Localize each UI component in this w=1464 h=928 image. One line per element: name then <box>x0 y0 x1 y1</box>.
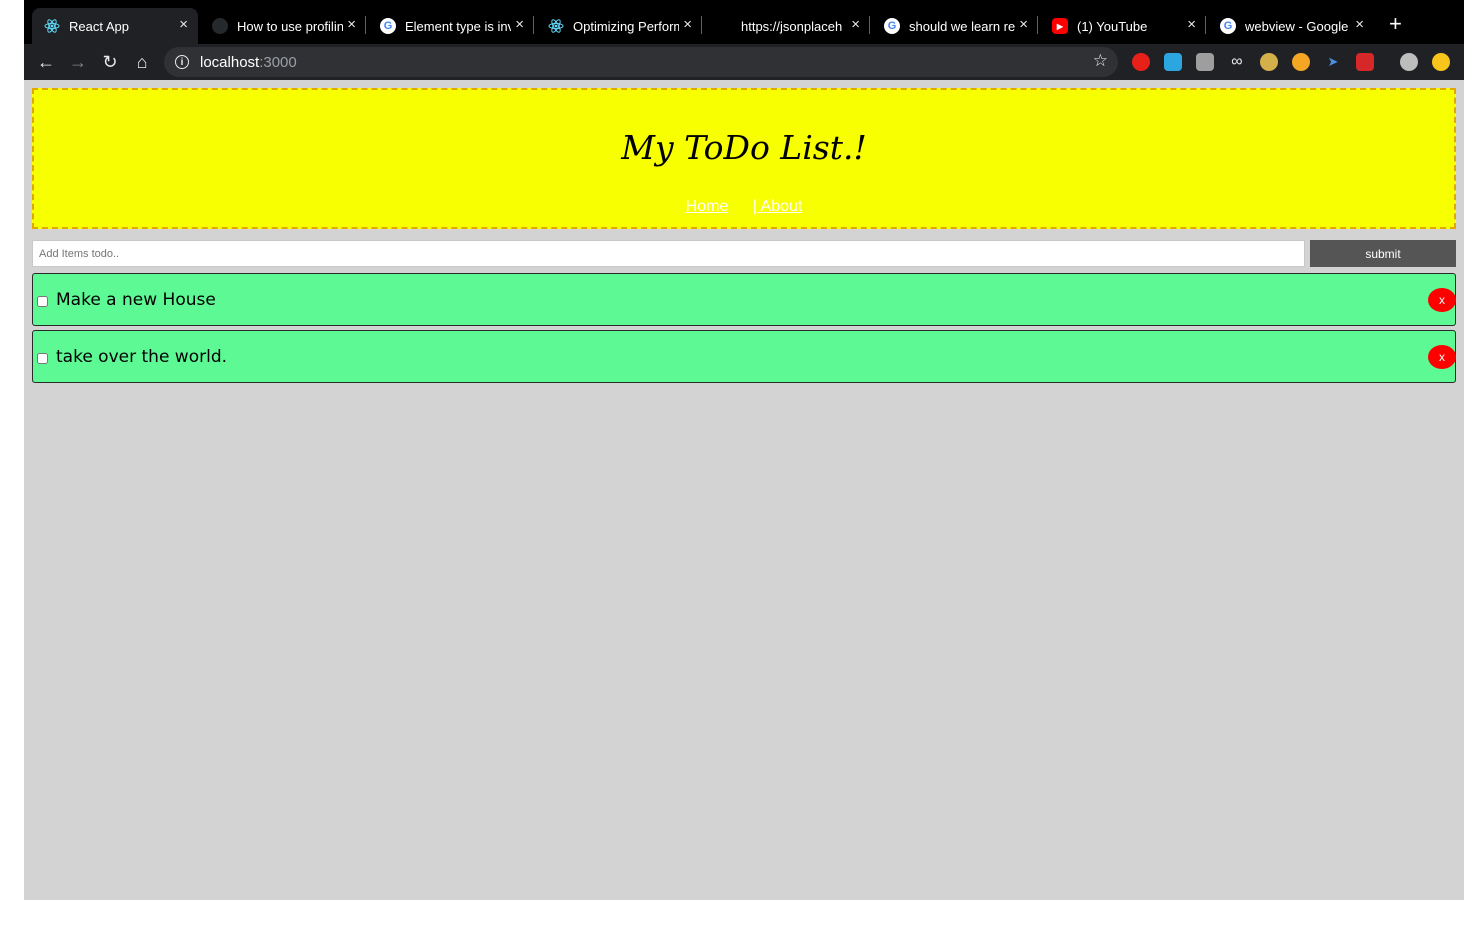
reload-icon[interactable]: ↻ <box>98 50 122 74</box>
browser-toolbar: ← → ↻ ⌂ i localhost:3000 ☆ ∞ ➤ <box>24 44 1464 80</box>
blank-icon <box>716 18 732 34</box>
close-tab-icon[interactable]: × <box>1019 17 1028 33</box>
delete-todo-button[interactable]: x <box>1428 345 1456 369</box>
tab-google-element-type[interactable]: G Element type is inv × <box>368 8 534 44</box>
tab-title: Optimizing Perform <box>573 18 679 34</box>
extension-bulb-icon[interactable] <box>1260 53 1278 71</box>
close-tab-icon[interactable]: × <box>347 17 356 33</box>
forward-icon[interactable]: → <box>66 50 90 74</box>
close-tab-icon[interactable]: × <box>1187 17 1196 33</box>
close-tab-icon[interactable]: × <box>515 17 524 33</box>
home-icon[interactable]: ⌂ <box>130 50 154 74</box>
react-icon <box>548 18 564 34</box>
tab-react-app[interactable]: React App × <box>32 8 198 44</box>
youtube-icon: ▶ <box>1052 18 1068 34</box>
nav-about-link[interactable]: | About <box>753 198 803 215</box>
todo-text: Make a new House <box>56 290 216 310</box>
tab-youtube[interactable]: ▶ (1) YouTube × <box>1040 8 1206 44</box>
nav-home-link[interactable]: Home <box>686 198 729 215</box>
tab-title: should we learn re <box>909 18 1015 34</box>
add-todo-form: submit <box>32 240 1456 267</box>
google-icon: G <box>884 18 900 34</box>
bookmark-star-icon[interactable]: ☆ <box>1093 51 1108 71</box>
extension-egg-icon[interactable] <box>1292 53 1310 71</box>
tab-title: React App <box>69 18 129 34</box>
tab-google-webview[interactable]: G webview - Google × <box>1208 8 1374 44</box>
tab-title: Element type is inv <box>405 18 511 34</box>
tab-github[interactable]: How to use profiling × <box>200 8 366 44</box>
profile-avatar[interactable] <box>1400 53 1418 71</box>
page-title: My ToDo List.! <box>621 128 867 167</box>
todo-checkbox[interactable] <box>37 353 48 364</box>
tab-google-should-we-learn[interactable]: G should we learn re × <box>872 8 1038 44</box>
extension-yellow-icon[interactable] <box>1432 53 1450 71</box>
extension-adblock-icon[interactable] <box>1132 53 1150 71</box>
delete-todo-button[interactable]: x <box>1428 288 1456 312</box>
react-icon <box>44 18 60 34</box>
tab-strip: React App × How to use profiling × G Ele… <box>24 0 1464 44</box>
close-tab-icon[interactable]: × <box>851 17 860 33</box>
tab-title: (1) YouTube <box>1077 18 1148 34</box>
todo-text: take over the world. <box>56 347 228 367</box>
back-icon[interactable]: ← <box>34 50 58 74</box>
new-tab-button[interactable]: + <box>1389 12 1402 36</box>
close-tab-icon[interactable]: × <box>683 17 692 33</box>
github-icon <box>212 18 228 34</box>
nav-links: Home | About <box>34 198 1454 216</box>
address-bar[interactable]: i localhost:3000 ☆ <box>164 47 1118 77</box>
extension-infinity-icon[interactable]: ∞ <box>1228 53 1246 71</box>
tab-jsonplaceholder[interactable]: https://jsonplaceh × <box>704 8 870 44</box>
extension-screenshot-icon[interactable] <box>1164 53 1182 71</box>
close-tab-icon[interactable]: × <box>1355 17 1364 33</box>
extension-red-icon[interactable] <box>1356 53 1374 71</box>
google-icon: G <box>1220 18 1236 34</box>
tab-optimizing-performance[interactable]: Optimizing Perform × <box>536 8 702 44</box>
extension-cursor-icon[interactable]: ➤ <box>1324 53 1342 71</box>
tab-title: How to use profiling <box>237 18 343 34</box>
address-url: localhost:3000 <box>200 53 297 71</box>
browser-window: React App × How to use profiling × G Ele… <box>24 0 1464 900</box>
site-info-icon[interactable]: i <box>175 55 189 69</box>
google-icon: G <box>380 18 396 34</box>
app-page: My ToDo List.! Home | About submit Make … <box>24 80 1464 900</box>
todo-checkbox[interactable] <box>37 296 48 307</box>
todo-item: Make a new House x <box>32 273 1456 326</box>
todo-input[interactable] <box>32 240 1305 267</box>
todo-item: take over the world. x <box>32 330 1456 383</box>
tab-title: https://jsonplaceh <box>741 18 843 34</box>
extension-icon[interactable] <box>1196 53 1214 71</box>
app-header: My ToDo List.! Home | About <box>32 88 1456 229</box>
close-tab-icon[interactable]: × <box>179 17 188 33</box>
tab-title: webview - Google <box>1245 18 1349 34</box>
submit-button[interactable]: submit <box>1310 240 1456 267</box>
